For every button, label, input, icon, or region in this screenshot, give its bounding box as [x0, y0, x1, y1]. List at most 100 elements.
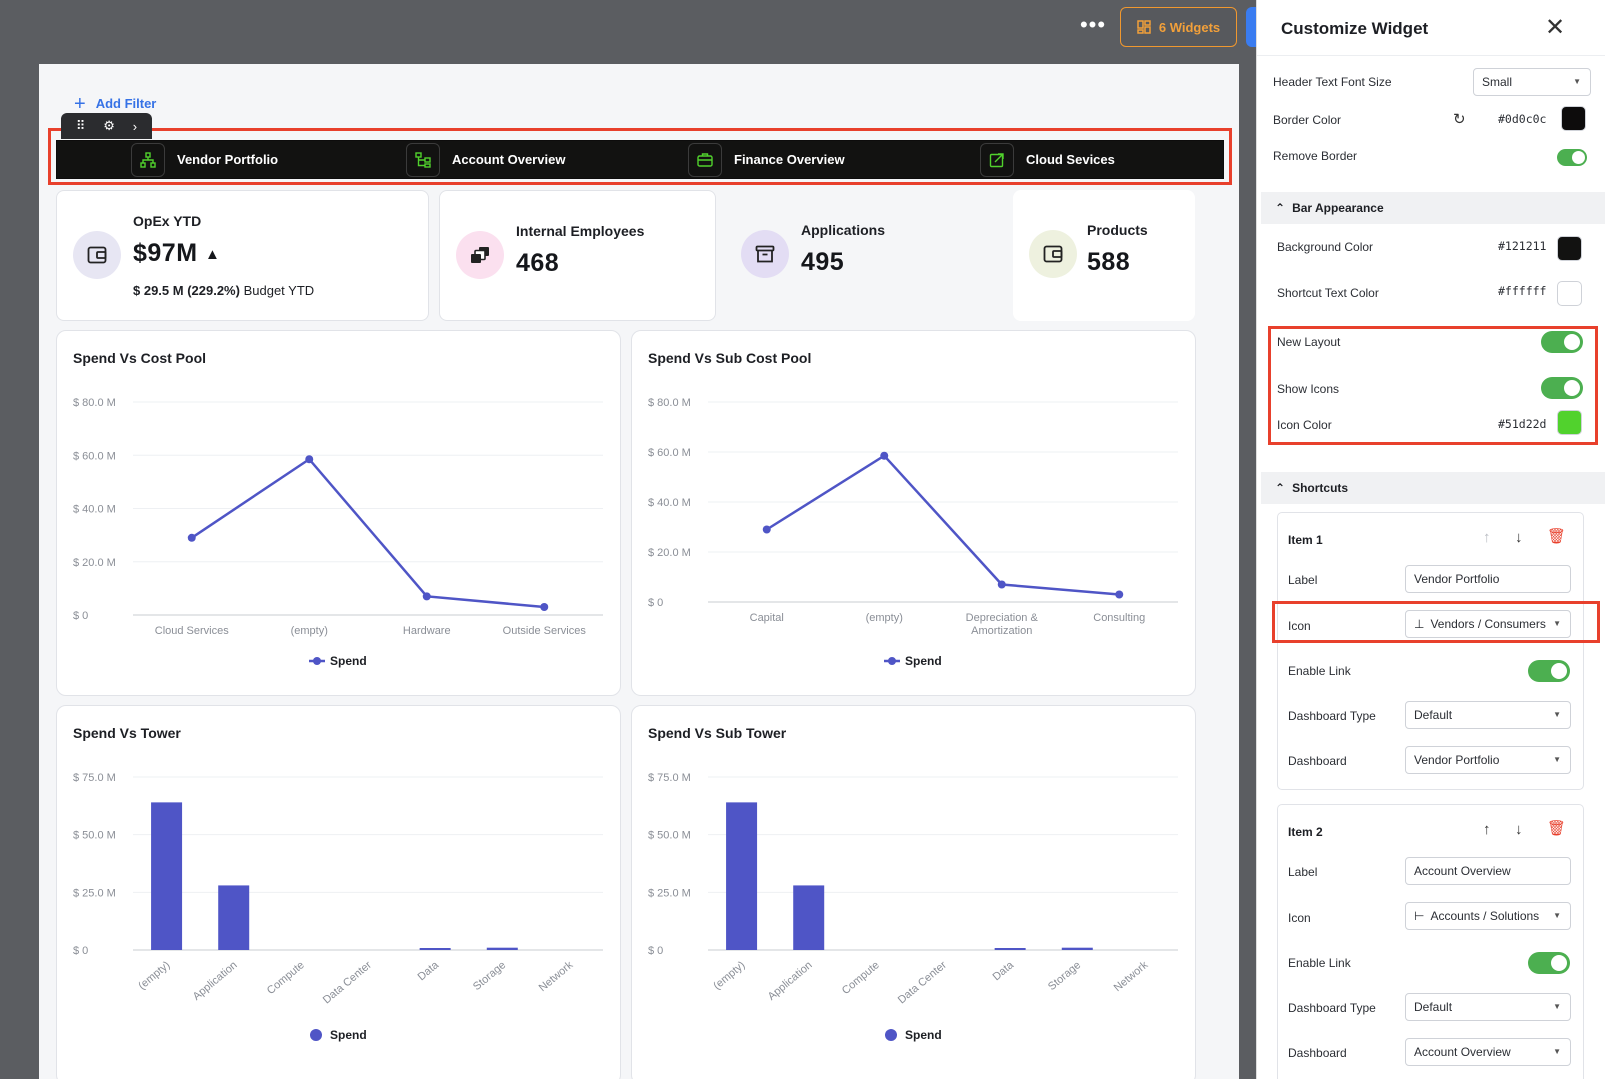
- chevron-down-icon: ▼: [1553, 755, 1561, 764]
- label-input[interactable]: Account Overview: [1405, 857, 1571, 885]
- trend-up-icon: ▲: [205, 245, 221, 263]
- arrow-up-icon[interactable]: ↑: [1483, 821, 1491, 838]
- trash-icon[interactable]: 🗑: [1547, 527, 1566, 545]
- enable-link-toggle[interactable]: [1528, 952, 1570, 974]
- briefcase-icon: [688, 142, 722, 177]
- x-tick-label: Data Center: [896, 959, 949, 1007]
- y-tick-label: $ 25.0 M: [73, 887, 116, 899]
- dashboard-select[interactable]: Vendor Portfolio ▼: [1405, 746, 1571, 774]
- y-tick-label: $ 20.0 M: [73, 557, 116, 569]
- shortcut-text-color-label: Shortcut Text Color: [1277, 286, 1379, 300]
- chevron-down-icon: ▼: [1553, 710, 1561, 719]
- icon-color-swatch[interactable]: [1557, 410, 1582, 435]
- arrow-down-icon[interactable]: ↓: [1515, 821, 1523, 838]
- kpi-opex-ytd[interactable]: OpEx YTD $97M ▲ $ 29.5 M (229.2%) Budget…: [56, 190, 429, 321]
- chart-card-spend-vs-sub-tower[interactable]: Spend Vs Sub Tower $ 0 $ 25.0 M $ 50.0 M $ …: [631, 705, 1196, 1079]
- arrow-up-icon[interactable]: ↑: [1483, 529, 1491, 546]
- x-tick-label: (empty): [866, 612, 903, 624]
- shortcut-account-overview[interactable]: Account Overview: [406, 141, 565, 178]
- bar: [486, 947, 518, 950]
- y-tick-label: $ 40.0 M: [73, 504, 116, 516]
- remove-border-toggle[interactable]: [1557, 149, 1587, 166]
- arrow-down-icon[interactable]: ↓: [1515, 529, 1523, 546]
- x-tick-label: Data: [416, 959, 442, 984]
- dashboard-type-select[interactable]: Default ▼: [1405, 701, 1571, 729]
- dashboard-canvas: + Add Filter ⠿ ⚙ › Vendor Portfolio Acco…: [39, 64, 1239, 1079]
- more-options-button[interactable]: •••: [1079, 14, 1107, 42]
- add-filter-label: Add Filter: [95, 96, 157, 111]
- border-color-value: #0d0c0c: [1498, 112, 1547, 126]
- bar: [419, 948, 451, 950]
- enable-link-label: Enable Link: [1288, 664, 1351, 678]
- icon-select[interactable]: ⊢ Accounts / Solutions ▼: [1405, 902, 1571, 930]
- highlight-frame-icon-select: [1272, 601, 1600, 643]
- shortcut-cloud-services[interactable]: Cloud Sevices: [980, 141, 1115, 178]
- kpi-products[interactable]: Products 588: [1013, 190, 1195, 321]
- shortcuts-section[interactable]: ⌃ Shortcuts: [1261, 472, 1605, 504]
- chart-card-spend-vs-sub-cost-pool[interactable]: Spend Vs Sub Cost Pool $ 0 $ 20.0 M $ 40.0…: [631, 330, 1196, 696]
- x-tick-label: (empty): [291, 625, 328, 637]
- drag-handle-icon[interactable]: ⠿: [76, 118, 86, 134]
- dashboard-type-select[interactable]: Default ▼: [1405, 993, 1571, 1021]
- panel-header: Customize Widget ✕: [1257, 0, 1605, 56]
- background-color-swatch[interactable]: [1557, 236, 1582, 261]
- bar: [1061, 947, 1093, 950]
- y-tick-label: $ 50.0 M: [648, 830, 691, 842]
- dashboard-label: Dashboard: [1288, 1046, 1347, 1060]
- kpi-applications[interactable]: Applications 495: [725, 190, 1002, 321]
- trash-icon[interactable]: 🗑: [1547, 819, 1566, 837]
- new-layout-toggle[interactable]: [1541, 331, 1583, 353]
- save-button-edge[interactable]: [1246, 7, 1256, 47]
- widgets-button[interactable]: 6 Widgets: [1120, 7, 1237, 47]
- shortcut-finance-overview[interactable]: Finance Overview: [688, 141, 845, 178]
- chart-card-spend-vs-tower[interactable]: Spend Vs Tower $ 0 $ 25.0 M $ 50.0 M $ 75.0…: [56, 705, 621, 1079]
- y-tick-label: $ 75.0 M: [648, 772, 691, 784]
- bar-chart: $ 0 $ 25.0 M $ 50.0 M $ 75.0 M (empty) Applic…: [73, 772, 603, 1042]
- show-icons-label: Show Icons: [1277, 382, 1340, 396]
- chevron-right-icon[interactable]: ›: [133, 119, 137, 134]
- x-tick-label: Data Center: [321, 959, 374, 1007]
- show-icons-toggle[interactable]: [1541, 377, 1583, 399]
- x-tick-label: Compute: [265, 959, 307, 997]
- bar: [151, 802, 183, 950]
- kpi-internal-employees[interactable]: Internal Employees 468: [439, 190, 716, 321]
- shortcut-label: Cloud Sevices: [1026, 152, 1115, 167]
- x-tick-label: Network: [537, 959, 576, 994]
- gear-icon[interactable]: ⚙: [103, 118, 115, 134]
- chevron-down-icon: ▼: [1553, 1047, 1561, 1056]
- close-icon[interactable]: ✕: [1545, 13, 1565, 42]
- wallet-icon: [1029, 230, 1077, 278]
- enable-link-toggle[interactable]: [1528, 660, 1570, 682]
- dashboard-select[interactable]: Account Overview ▼: [1405, 1038, 1571, 1066]
- y-tick-label: $ 0: [73, 610, 88, 622]
- shortcut-item-1: Item 1 ↑ ↓ 🗑 Label Vendor Portfolio Icon…: [1277, 512, 1584, 790]
- x-tick-label: (empty): [711, 959, 747, 992]
- chart-card-spend-vs-cost-pool[interactable]: Spend Vs Cost Pool $ 0 $ 20.0 M $ 40.0 M $ …: [56, 330, 621, 696]
- y-tick-label: $ 50.0 M: [73, 830, 116, 842]
- wallet-icon: [73, 231, 121, 279]
- add-filter-button[interactable]: + Add Filter: [74, 94, 157, 114]
- shortcut-text-color-swatch[interactable]: [1557, 281, 1582, 306]
- widget-toolbar: ⠿ ⚙ ›: [61, 113, 152, 139]
- series-line-spend: [191, 457, 545, 609]
- bar: [218, 885, 250, 950]
- legend-marker: [888, 657, 896, 665]
- shortcut-label: Finance Overview: [734, 152, 845, 167]
- bar-chart: $ 0 $ 25.0 M $ 50.0 M $ 75.0 M (empty) Applic…: [648, 772, 1178, 1042]
- y-tick-label: $ 20.0 M: [648, 547, 691, 559]
- x-tick-label: Storage: [471, 959, 508, 993]
- shortcut-vendor-portfolio[interactable]: Vendor Portfolio: [131, 141, 278, 178]
- bar-appearance-section[interactable]: ⌃ Bar Appearance: [1261, 192, 1605, 224]
- legend-label: Spend: [330, 654, 367, 668]
- header-font-size-select[interactable]: Small ▼: [1473, 68, 1591, 96]
- reset-icon[interactable]: ↻: [1453, 110, 1466, 128]
- shortcut-label: Account Overview: [452, 152, 566, 167]
- x-tick-label: Outside Services: [503, 625, 587, 637]
- label-input[interactable]: Vendor Portfolio: [1405, 565, 1571, 593]
- vendors-hierarchy-icon: [131, 142, 165, 177]
- icon-color-label: Icon Color: [1277, 418, 1332, 432]
- accounts-solutions-icon: [406, 142, 440, 177]
- border-color-swatch[interactable]: [1561, 106, 1586, 131]
- dashboard-label: Dashboard: [1288, 754, 1347, 768]
- kpi-label: Internal Employees: [516, 223, 645, 239]
